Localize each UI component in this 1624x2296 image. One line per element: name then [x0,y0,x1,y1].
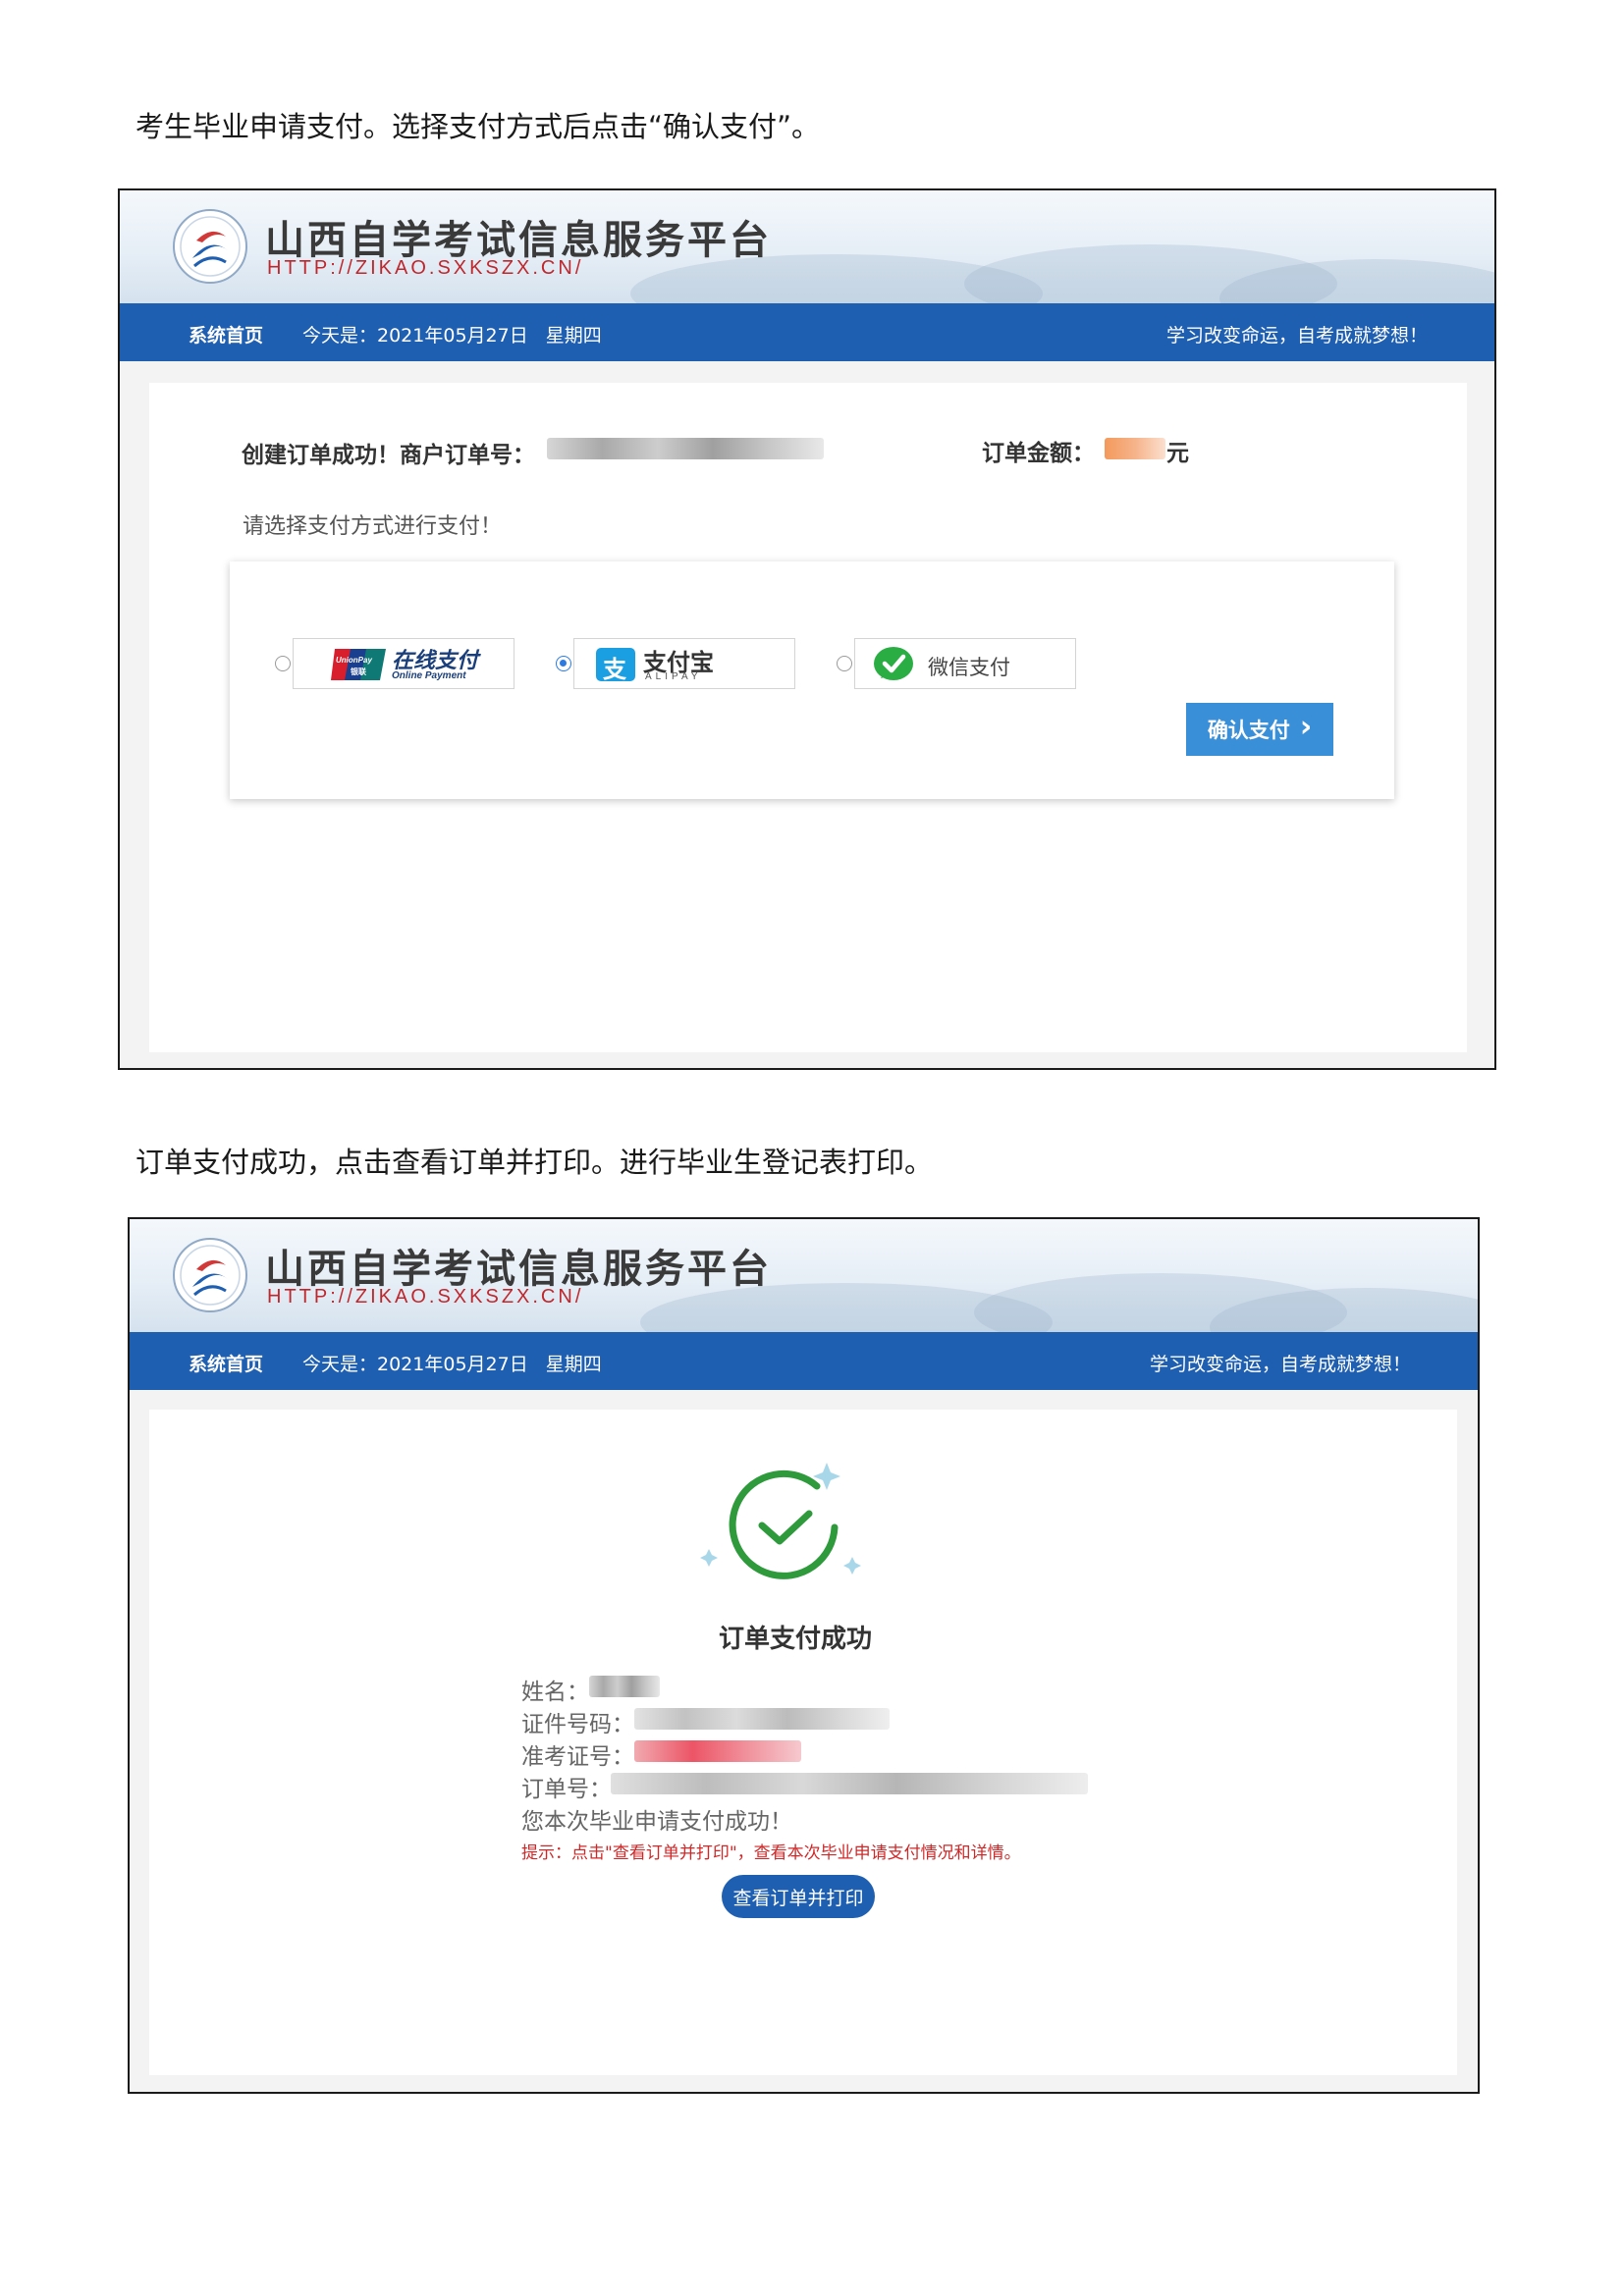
option-wechat[interactable]: 微信支付 [854,638,1076,689]
top-navbar-2: 系统首页 今天是：2021年05月27日 星期四 学习改变命运，自考成就梦想！ [130,1332,1478,1390]
nav-home-link-2[interactable]: 系统首页 [189,1350,263,1376]
nav-motto: 学习改变命运，自考成就梦想！ [1165,325,1428,347]
unionpay-icon: UnionPay 银联 [331,649,386,680]
order-amount-redacted [1105,438,1165,459]
confirm-pay-label: 确认支付 [1207,719,1290,742]
alipay-icon-glyph: 支 [603,656,626,683]
payment-screenshot: 山西自学考试信息服务平台 HTTP://ZIKAO.SXKSZX.CN/ 系统首… [118,188,1496,1070]
order-number-redacted [547,438,824,459]
nav-motto-2: 学习改变命运，自考成就梦想！ [1149,1354,1411,1375]
instruction-step1: 考生毕业申请支付。选择支付方式后点击“确认支付”。 [135,110,821,143]
radio-unionpay[interactable] [275,656,291,671]
nav-date: 今天是：2021年05月27日 星期四 [302,321,602,347]
option-unionpay[interactable]: UnionPay 银联 在线支付 Online Payment [293,638,514,689]
id-number-redacted [634,1708,890,1730]
chevron-right-icon: › [1299,710,1313,744]
weekday-text: 星期四 [545,325,602,347]
date-text: 今天是：2021年05月27日 [302,325,528,347]
currency-unit: 元 [1166,441,1189,466]
unionpay-badge-bottom: 银联 [350,667,366,676]
order-number-label: 订单号： [521,1777,612,1802]
success-check-icon [700,1463,861,1579]
print-tip: 提示：点击"查看订单并打印"，查看本次毕业申请支付情况和详情。 [521,1843,1021,1863]
date-text-2: 今天是：2021年05月27日 [302,1354,528,1375]
radio-wechat[interactable] [837,656,852,671]
nav-date-2: 今天是：2021年05月27日 星期四 [302,1350,602,1376]
site-banner: 山西自学考试信息服务平台 HTTP://ZIKAO.SXKSZX.CN/ [120,190,1494,303]
site-url: HTTP://ZIKAO.SXKSZX.CN/ [267,257,584,279]
success-screenshot: 山西自学考试信息服务平台 HTTP://ZIKAO.SXKSZX.CN/ 系统首… [128,1217,1480,2094]
exam-number-label: 准考证号： [521,1744,634,1770]
success-content: 订单支付成功 姓名： 证件号码： 准考证号： 订单号： 您本次毕业申请支付成功！… [149,1410,1457,2075]
select-prompt: 请选择支付方式进行支付！ [243,514,503,539]
confirm-pay-button[interactable]: 确认支付 › [1186,703,1333,756]
radio-alipay[interactable] [556,656,571,671]
order-amount-label: 订单金额： [982,441,1095,466]
alipay-sublabel: ALIPAY [645,671,702,682]
success-title: 订单支付成功 [719,1625,873,1654]
wechat-pay-icon [874,647,913,680]
id-number-label: 证件号码： [521,1712,634,1737]
payment-content: 创建订单成功！商户订单号： 订单金额： 元 请选择支付方式进行支付！ Union… [149,383,1467,1052]
option-alipay[interactable]: 支 支付宝 ALIPAY [573,638,795,689]
name-redacted [589,1676,660,1697]
success-message: 您本次毕业申请支付成功！ [521,1809,792,1835]
wechat-label: 微信支付 [928,656,1010,679]
site-logo-icon [173,1238,247,1312]
site-url-2: HTTP://ZIKAO.SXKSZX.CN/ [267,1286,584,1308]
order-created-label: 创建订单成功！商户订单号： [242,443,535,468]
payment-method-panel: UnionPay 银联 在线支付 Online Payment 支 支付宝 AL… [230,561,1394,799]
top-navbar: 系统首页 今天是：2021年05月27日 星期四 学习改变命运，自考成就梦想！ [120,303,1494,361]
alipay-icon: 支 [596,648,635,683]
order-number-redacted-2 [611,1773,1088,1794]
view-and-print-button[interactable]: 查看订单并打印 [722,1875,875,1918]
unionpay-sublabel: Online Payment [392,670,466,681]
nav-home-link[interactable]: 系统首页 [189,321,263,347]
exam-number-redacted [634,1740,801,1762]
site-banner-2: 山西自学考试信息服务平台 HTTP://ZIKAO.SXKSZX.CN/ [130,1219,1478,1332]
name-label: 姓名： [521,1680,589,1705]
weekday-text-2: 星期四 [545,1354,602,1375]
instruction-step2: 订单支付成功，点击查看订单并打印。进行毕业生登记表打印。 [135,1146,934,1179]
site-logo-icon [173,209,247,284]
unionpay-badge-top: UnionPay [336,656,372,665]
